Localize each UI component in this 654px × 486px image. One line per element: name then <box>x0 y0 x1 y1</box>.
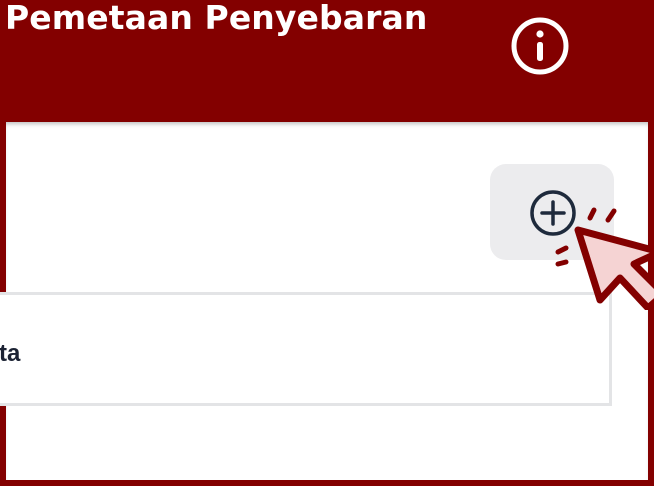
content-panel: ta <box>0 122 648 480</box>
info-circle-icon <box>511 17 569 75</box>
info-button[interactable] <box>508 14 572 78</box>
app-header: Pemetaan Penyebaran <box>0 0 654 122</box>
page-title: Pemetaan Penyebaran <box>5 0 428 37</box>
list-item-label: ta <box>0 340 21 367</box>
list-item[interactable]: ta <box>0 292 612 406</box>
plus-circle-icon <box>530 190 576 236</box>
add-button[interactable] <box>490 164 614 260</box>
